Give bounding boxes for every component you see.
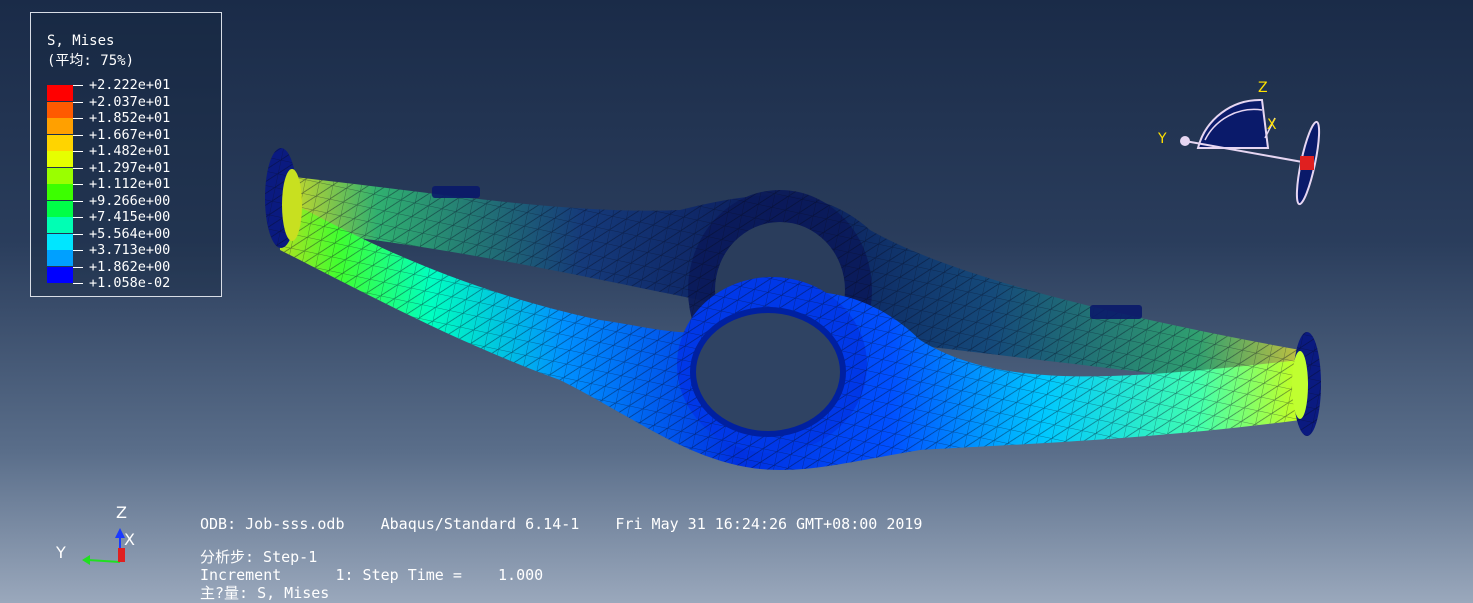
increment-line: Increment 1: Step Time = 1.000 — [200, 566, 544, 584]
variable-line: 主?量: S, Mises — [200, 584, 330, 602]
front-ring — [677, 277, 867, 453]
mount-pad — [1090, 305, 1142, 319]
graphics-viewport[interactable]: S, Mises (平均: 75%) +2.222e+01 +2.037e+01 +… — [0, 0, 1473, 603]
triad-z-label: Z — [116, 503, 127, 522]
view-triad[interactable]: Z X Y — [1150, 70, 1330, 210]
odb-line: ODB: Job-sss.odb Abaqus/Standard 6.14-1 … — [200, 515, 923, 533]
triad-z-label: Z — [1258, 80, 1268, 96]
triad-x-label: X — [124, 530, 135, 549]
left-flange — [265, 148, 302, 248]
triad-y-label: Y — [1157, 131, 1167, 147]
mount-pad — [432, 186, 480, 198]
triad-y-label: Y — [55, 543, 66, 562]
triad-x-label: X — [1267, 117, 1277, 133]
axis-triad: Z X Y — [55, 503, 135, 565]
step-line: 分析步: Step-1 — [200, 548, 318, 566]
